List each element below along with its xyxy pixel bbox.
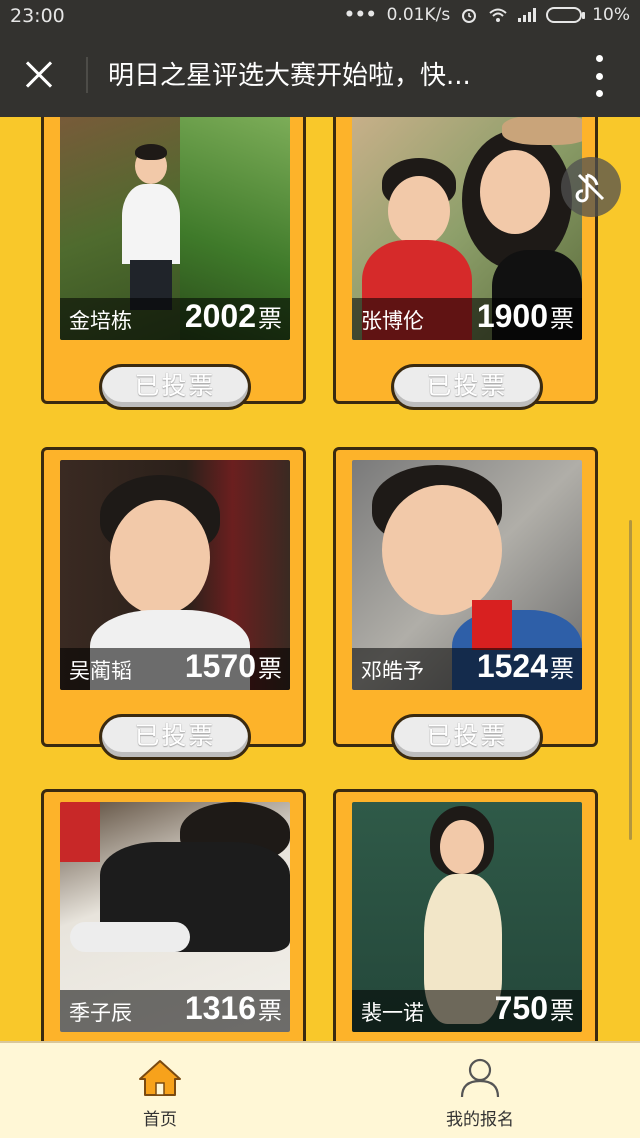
home-icon <box>139 1060 181 1096</box>
scrollbar[interactable] <box>629 520 632 840</box>
voted-button[interactable]: 已投票 <box>99 714 251 760</box>
alarm-icon <box>462 9 477 23</box>
more-icon[interactable] <box>594 55 604 97</box>
contestant-photo[interactable]: 金培栋 2002票 <box>60 117 290 340</box>
contestant-card[interactable]: 吴蔺韬 1570票 已投票 <box>41 447 306 760</box>
nav-my-registration[interactable]: 我的报名 <box>410 1057 550 1130</box>
contestant-name: 张博伦 <box>361 309 424 333</box>
contestant-card[interactable]: 张博伦 1900票 已投票 <box>333 117 598 410</box>
contestant-grid: 金培栋 2002票 已投票 张博伦 1900票 已投票 吴蔺韬 1570票 已投… <box>0 117 640 1041</box>
contestant-name: 季子辰 <box>69 1001 132 1025</box>
signal-icon <box>518 8 537 22</box>
name-overlay: 张博伦 1900票 <box>352 298 582 340</box>
nav-home[interactable]: 首页 <box>90 1057 230 1130</box>
contestant-name: 邓皓予 <box>361 659 424 683</box>
vote-count: 1524票 <box>476 648 574 684</box>
title-bar: 明日之星评选大赛开始啦，快... <box>0 33 640 117</box>
vote-count: 750票 <box>494 990 574 1026</box>
contestant-name: 吴蔺韬 <box>69 659 132 683</box>
contestant-name: 裴一诺 <box>361 1001 424 1025</box>
music-off-icon[interactable] <box>561 157 621 217</box>
voted-button[interactable]: 已投票 <box>99 364 251 410</box>
wifi-icon <box>489 8 507 22</box>
name-overlay: 季子辰 1316票 <box>60 990 290 1032</box>
nav-mine-label: 我的报名 <box>446 1110 514 1130</box>
name-overlay: 金培栋 2002票 <box>60 298 290 340</box>
dots-icon: ••• <box>344 5 377 25</box>
vote-count: 1316票 <box>184 990 282 1026</box>
title-divider <box>86 57 88 93</box>
vote-count: 2002票 <box>184 298 282 334</box>
contestant-photo[interactable]: 裴一诺 750票 <box>352 802 582 1032</box>
contestant-photo[interactable]: 邓皓予 1524票 <box>352 460 582 690</box>
battery-level: 10% <box>592 5 630 25</box>
contestant-card[interactable]: 季子辰 1316票 <box>41 789 306 1041</box>
contestant-photo[interactable]: 季子辰 1316票 <box>60 802 290 1032</box>
user-icon <box>460 1058 500 1098</box>
page-title: 明日之星评选大赛开始啦，快... <box>108 61 471 91</box>
contestant-card[interactable]: 裴一诺 750票 <box>333 789 598 1041</box>
contestant-card[interactable]: 邓皓予 1524票 已投票 <box>333 447 598 760</box>
voted-button[interactable]: 已投票 <box>391 714 543 760</box>
vote-count: 1900票 <box>476 298 574 334</box>
bottom-nav: 首页 我的报名 <box>0 1041 640 1138</box>
status-indicators: ••• 0.01K/s 10% <box>344 5 630 25</box>
name-overlay: 裴一诺 750票 <box>352 990 582 1032</box>
status-time: 23:00 <box>10 5 65 27</box>
nav-home-label: 首页 <box>143 1110 177 1130</box>
name-overlay: 吴蔺韬 1570票 <box>60 648 290 690</box>
contestant-card[interactable]: 金培栋 2002票 已投票 <box>41 117 306 410</box>
contestant-photo[interactable]: 张博伦 1900票 <box>352 117 582 340</box>
name-overlay: 邓皓予 1524票 <box>352 648 582 690</box>
vote-count: 1570票 <box>184 648 282 684</box>
contestant-photo[interactable]: 吴蔺韬 1570票 <box>60 460 290 690</box>
network-speed: 0.01K/s <box>386 5 451 25</box>
close-icon[interactable] <box>18 51 66 99</box>
voted-button[interactable]: 已投票 <box>391 364 543 410</box>
contestant-name: 金培栋 <box>69 309 132 333</box>
status-bar: 23:00 ••• 0.01K/s 10% <box>0 0 640 33</box>
battery-icon <box>546 7 586 23</box>
